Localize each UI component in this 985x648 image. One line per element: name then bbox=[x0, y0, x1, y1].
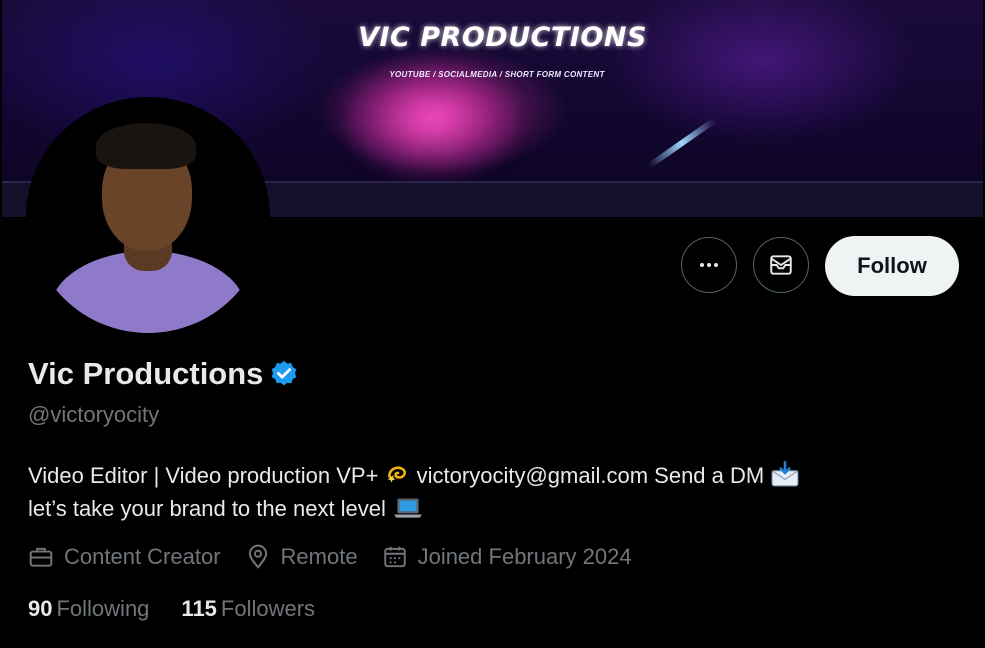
message-button[interactable] bbox=[753, 237, 809, 293]
bio-text-part-2[interactable]: victoryocity@gmail.com Send a DM bbox=[417, 463, 765, 488]
joined-label: Joined February 2024 bbox=[417, 544, 632, 569]
profile-handle: @victoryocity bbox=[28, 402, 160, 427]
more-options-button[interactable] bbox=[681, 237, 737, 293]
bio-line-1: Video Editor | Video production VP+ vict… bbox=[28, 459, 958, 492]
bio-text-part-3: let’s take your brand to the next level bbox=[28, 496, 386, 521]
banner-subtitle: YOUTUBE / SOCIALMEDIA / SHORT FORM CONTE… bbox=[389, 70, 605, 79]
briefcase-icon bbox=[29, 547, 53, 567]
bio-text-part-1: Video Editor | Video production VP+ bbox=[28, 463, 379, 488]
profile-bio: Video Editor | Video production VP+ vict… bbox=[28, 459, 958, 525]
location-label: Remote bbox=[280, 544, 358, 569]
followers-label: Followers bbox=[220, 596, 316, 621]
profile-meta: Content Creator Remote Joined February 2… bbox=[28, 544, 656, 570]
envelope-icon bbox=[770, 255, 792, 275]
followers-count: 115 bbox=[181, 596, 217, 621]
category-label: Content Creator bbox=[64, 544, 221, 569]
display-name: Vic Productions bbox=[28, 356, 264, 391]
meta-location: Remote bbox=[245, 544, 358, 570]
meta-joined: Joined February 2024 bbox=[382, 544, 632, 570]
followers-link[interactable]: 115 Followers bbox=[181, 596, 315, 622]
banner-title: VIC PRODUCTIONS bbox=[358, 22, 647, 53]
profile-avatar[interactable] bbox=[26, 97, 270, 337]
name-row: Vic Productions bbox=[28, 356, 299, 392]
laptop-emoji-icon bbox=[394, 498, 422, 518]
banner-streak bbox=[647, 117, 717, 169]
following-count: 90 bbox=[28, 596, 53, 621]
follow-button[interactable]: Follow bbox=[825, 236, 959, 296]
more-horizontal-icon bbox=[700, 263, 718, 267]
envelope-arrow-emoji-icon bbox=[771, 461, 799, 487]
following-link[interactable]: 90 Following bbox=[28, 596, 149, 622]
following-label: Following bbox=[56, 596, 150, 621]
bio-line-2: let’s take your brand to the next level bbox=[28, 492, 958, 525]
location-pin-icon bbox=[248, 544, 267, 569]
dizzy-emoji-icon bbox=[387, 466, 406, 483]
meta-category: Content Creator bbox=[28, 544, 221, 570]
calendar-icon bbox=[383, 546, 406, 568]
profile-stats: 90 Following 115 Followers bbox=[28, 596, 347, 622]
avatar-hair bbox=[96, 123, 196, 169]
verified-badge-icon[interactable] bbox=[269, 359, 299, 389]
